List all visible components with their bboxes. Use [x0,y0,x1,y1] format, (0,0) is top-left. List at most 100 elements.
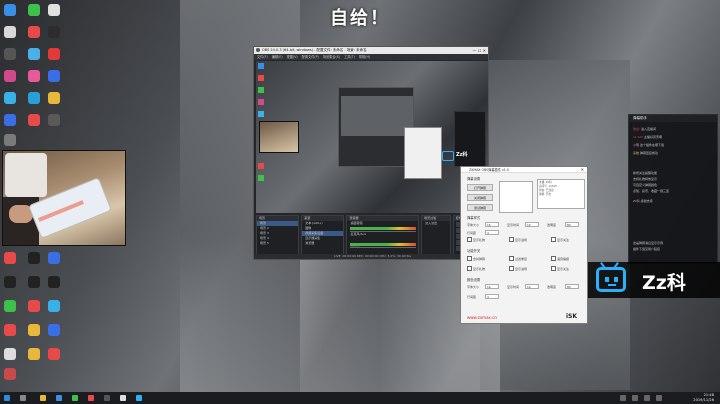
show-enter-checkbox[interactable]: 显示进场 [509,237,527,242]
line-spacing-field[interactable]: 4 [485,230,499,235]
desktop-icon[interactable] [48,4,60,16]
section-danmaku-style: 弹幕样式 [467,216,481,220]
brand-logo: iSK [565,313,577,320]
open-danmaku-button[interactable]: 打开弹幕 [467,184,493,191]
desktop-icon[interactable] [28,324,40,336]
desktop-icon[interactable] [28,114,40,126]
source-item[interactable]: 浏览器 [302,241,343,246]
app-icon[interactable] [88,395,94,401]
menu-tools[interactable]: 工具(T) [344,54,355,60]
volume-icon[interactable] [644,395,650,401]
desktop-icon[interactable] [4,92,16,104]
chat-message: 新增关注提醒功能 [633,171,658,175]
desktop-icon[interactable] [48,324,60,336]
close-danmaku-button[interactable]: 关闭弹幕 [467,194,493,201]
website-link[interactable]: www.zxmax.cn [467,315,497,320]
desktop-icon[interactable] [48,276,60,288]
show-enter-checkbox-2[interactable]: 显示进场 [509,266,527,271]
window-controls[interactable]: — ☐ ✕ [473,47,486,54]
desktop-icon[interactable] [48,300,60,312]
sources-dock: 来源 文本 (GDI+) 图像 视频采集设备 显示器采集 浏览器 [301,215,345,257]
desktop-icon[interactable] [28,4,40,16]
desktop-icon[interactable] [28,48,40,60]
obs-titlebar[interactable]: OBS 24.0.3 (64-bit, windows) - 配置文件: 未命名… [254,47,488,54]
app-icon[interactable] [136,395,142,401]
show-gift-checkbox-2[interactable]: 显示礼物 [467,266,485,271]
color-field[interactable]: 80 [565,284,579,289]
desktop-icon[interactable] [28,252,40,264]
menu-file[interactable]: 文件(F) [257,54,268,60]
desktop-icon[interactable] [48,92,60,104]
opacity-field[interactable]: 80 [565,222,579,227]
obs-preview-canvas[interactable]: Zz科 [256,61,488,213]
desktop-icon[interactable] [4,368,16,380]
desktop-icon[interactable] [28,92,40,104]
explorer-icon[interactable] [40,395,46,401]
obs-taskbar-icon[interactable] [104,395,110,401]
volume-slider[interactable] [350,247,417,248]
app-icon[interactable] [72,395,78,401]
desktop-icon[interactable] [48,26,60,38]
desktop-icon[interactable] [4,348,16,360]
show-follow-checkbox-2[interactable]: 显示关注 [551,266,569,271]
desktop-icon[interactable] [28,348,40,360]
danmaku-chat-panel[interactable]: 弹幕助手 欢迎: 进入直播间 zz-123 主播好厉害啊 小明 这个插件在哪下载… [628,114,718,264]
browser-icon[interactable] [56,395,62,401]
plugin-titlebar[interactable]: ZXMAX OBS弹幕插件 v1.0 ✕ [461,167,587,173]
display-time-field[interactable]: 10 [525,222,539,227]
mixer-channel-label: 桌面音频 [350,221,363,225]
menu-view[interactable]: 视图(V) [287,54,298,60]
desktop-icon[interactable] [28,300,40,312]
desktop-icon[interactable] [4,324,16,336]
network-icon[interactable] [656,395,662,401]
color-field[interactable]: 10 [525,284,539,289]
tray-icon[interactable] [620,395,626,401]
tray-icon[interactable] [632,395,638,401]
desktop-icon[interactable] [4,252,16,264]
section-danmaku-settings: 弹幕设置 [467,177,481,181]
scene-item[interactable]: 场景 5 [257,241,298,246]
obs-window[interactable]: OBS 24.0.3 (64-bit, windows) - 配置文件: 未命名… [253,46,489,260]
desktop-icon[interactable] [4,276,16,288]
desktop-icon[interactable] [28,70,40,82]
desktop-icon[interactable] [4,48,16,60]
search-icon[interactable] [20,395,26,401]
font-size-field[interactable]: 16 [485,222,499,227]
transitions-dock: 场景过渡 淡入淡出 [421,215,451,257]
menu-edit[interactable]: 编辑(E) [272,54,283,60]
desktop-icon[interactable] [4,114,16,126]
plugin-dialog[interactable]: ZXMAX OBS弹幕插件 v1.0 ✕ 弹幕设置 打开弹幕 关闭弹幕 测试弹幕… [460,166,588,324]
desktop-icon[interactable] [48,252,60,264]
show-gift-checkbox[interactable]: 显示礼物 [467,237,485,242]
desktop-icon[interactable] [28,26,40,38]
opacity-label: 透明度 [547,223,557,227]
menu-profile[interactable]: 配置文件(P) [302,54,319,60]
desktop-icon[interactable] [48,348,60,360]
start-icon[interactable] [4,395,10,401]
desktop-icon[interactable] [4,4,16,16]
desktop-icon[interactable] [4,300,16,312]
chat-message: 插件下载见简介链接 [633,247,661,251]
desktop-icon[interactable] [28,276,40,288]
volume-slider[interactable] [350,231,417,232]
close-icon[interactable]: ✕ [581,167,584,173]
desktop-icon[interactable] [48,70,60,82]
merge-danmaku-checkbox[interactable]: 合并弹幕 [467,256,485,261]
color-field[interactable]: 16 [485,284,499,289]
test-danmaku-button[interactable]: 测试弹幕 [467,204,493,211]
voice-announce-checkbox[interactable]: 语音播报 [551,256,569,261]
desktop-icon[interactable] [48,48,60,60]
menu-scene-collection[interactable]: 场景集合(S) [323,54,340,60]
desktop-icon[interactable] [4,134,16,146]
desktop-icon[interactable] [4,70,16,82]
desktop-icon[interactable] [4,26,16,38]
room-list[interactable] [499,181,533,213]
transition-select[interactable]: 淡入淡出 [422,221,449,226]
app-icon[interactable] [120,395,126,401]
filter-duplicate-checkbox[interactable]: 过滤重复 [509,256,527,261]
taskbar-clock[interactable]: 21:48 2019/11/26 [693,393,714,403]
color-field[interactable]: 4 [485,294,499,299]
menu-help[interactable]: 帮助(H) [359,54,370,60]
show-follow-checkbox[interactable]: 显示关注 [551,237,569,242]
desktop-icon[interactable] [48,114,60,126]
